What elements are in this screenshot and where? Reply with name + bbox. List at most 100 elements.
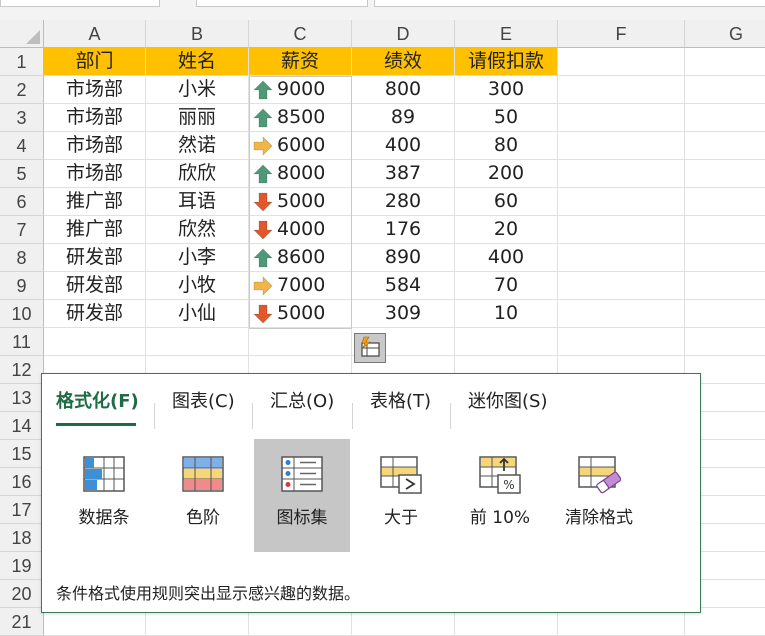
cell[interactable] <box>685 216 765 244</box>
cell[interactable] <box>558 188 685 216</box>
perf-cell[interactable]: 89 <box>352 104 455 132</box>
dept-cell[interactable]: 研发部 <box>44 300 146 328</box>
perf-cell[interactable]: 800 <box>352 76 455 104</box>
perf-cell[interactable]: 890 <box>352 244 455 272</box>
name-cell[interactable]: 小李 <box>146 244 249 272</box>
cell[interactable] <box>249 328 352 356</box>
perf-cell[interactable]: 176 <box>352 216 455 244</box>
cell[interactable] <box>558 216 685 244</box>
quick-analysis-button[interactable] <box>354 333 386 363</box>
dept-cell[interactable]: 市场部 <box>44 160 146 188</box>
tab-totals[interactable]: 汇总(O) <box>270 390 334 414</box>
cell[interactable] <box>558 300 685 328</box>
cell[interactable] <box>455 328 558 356</box>
row-header-6[interactable]: 6 <box>0 188 44 216</box>
salary-cell[interactable]: 4000 <box>249 216 352 244</box>
salary-cell[interactable]: 7000 <box>249 272 352 300</box>
perf-cell[interactable]: 280 <box>352 188 455 216</box>
column-header-c[interactable]: C <box>249 20 352 48</box>
dept-cell[interactable]: 推广部 <box>44 188 146 216</box>
deduct-cell[interactable]: 50 <box>455 104 558 132</box>
cell[interactable] <box>685 300 765 328</box>
dept-cell[interactable]: 市场部 <box>44 132 146 160</box>
cell[interactable] <box>558 244 685 272</box>
row-header-5[interactable]: 5 <box>0 160 44 188</box>
row-header-18[interactable]: 18 <box>0 524 44 552</box>
cell[interactable] <box>685 104 765 132</box>
cell[interactable] <box>685 188 765 216</box>
column-header-f[interactable]: F <box>558 20 685 48</box>
option-icon-set[interactable]: 图标集 <box>254 439 350 552</box>
salary-cell[interactable]: 8500 <box>249 104 352 132</box>
row-header-20[interactable]: 20 <box>0 580 44 608</box>
deduct-cell[interactable]: 20 <box>455 216 558 244</box>
row-header-1[interactable]: 1 <box>0 48 44 76</box>
deduct-cell[interactable]: 200 <box>455 160 558 188</box>
cell[interactable] <box>558 132 685 160</box>
cell[interactable] <box>558 76 685 104</box>
cell[interactable] <box>146 328 249 356</box>
row-header-4[interactable]: 4 <box>0 132 44 160</box>
cell[interactable] <box>685 272 765 300</box>
row-header-7[interactable]: 7 <box>0 216 44 244</box>
cell[interactable] <box>558 328 685 356</box>
column-header-b[interactable]: B <box>146 20 249 48</box>
deduct-cell[interactable]: 400 <box>455 244 558 272</box>
name-cell[interactable]: 小仙 <box>146 300 249 328</box>
column-header-e[interactable]: E <box>455 20 558 48</box>
name-cell[interactable]: 小米 <box>146 76 249 104</box>
option-greater-than[interactable]: 大于 <box>353 439 449 552</box>
name-cell[interactable]: 耳语 <box>146 188 249 216</box>
header-cell[interactable]: 薪资 <box>249 48 352 76</box>
name-cell[interactable]: 丽丽 <box>146 104 249 132</box>
tab-tables[interactable]: 表格(T) <box>370 390 431 414</box>
dept-cell[interactable]: 研发部 <box>44 272 146 300</box>
select-all-corner[interactable] <box>0 20 44 48</box>
tab-sparklines[interactable]: 迷你图(S) <box>468 390 547 414</box>
cell[interactable] <box>558 272 685 300</box>
tab-formatting[interactable]: 格式化(F) <box>56 390 139 414</box>
perf-cell[interactable]: 400 <box>352 132 455 160</box>
name-cell[interactable]: 欣欣 <box>146 160 249 188</box>
row-header-2[interactable]: 2 <box>0 76 44 104</box>
option-color-scale[interactable]: 色阶 <box>155 439 251 552</box>
salary-cell[interactable]: 9000 <box>249 76 352 104</box>
name-cell[interactable]: 小牧 <box>146 272 249 300</box>
header-cell[interactable]: 姓名 <box>146 48 249 76</box>
deduct-cell[interactable]: 80 <box>455 132 558 160</box>
cell[interactable] <box>685 132 765 160</box>
perf-cell[interactable]: 309 <box>352 300 455 328</box>
header-cell[interactable]: 部门 <box>44 48 146 76</box>
cell[interactable] <box>558 48 685 76</box>
row-header-12[interactable]: 12 <box>0 356 44 384</box>
dept-cell[interactable]: 推广部 <box>44 216 146 244</box>
row-header-13[interactable]: 13 <box>0 384 44 412</box>
cell[interactable] <box>685 328 765 356</box>
name-box[interactable] <box>0 0 160 7</box>
row-header-15[interactable]: 15 <box>0 440 44 468</box>
row-header-10[interactable]: 10 <box>0 300 44 328</box>
salary-cell[interactable]: 8600 <box>249 244 352 272</box>
salary-cell[interactable]: 6000 <box>249 132 352 160</box>
deduct-cell[interactable]: 10 <box>455 300 558 328</box>
cell[interactable] <box>685 160 765 188</box>
deduct-cell[interactable]: 70 <box>455 272 558 300</box>
column-header-a[interactable]: A <box>44 20 146 48</box>
perf-cell[interactable]: 584 <box>352 272 455 300</box>
name-cell[interactable]: 欣然 <box>146 216 249 244</box>
option-top-10-percent[interactable]: % 前 10% <box>452 439 548 552</box>
cell[interactable] <box>685 76 765 104</box>
column-header-g[interactable]: G <box>685 20 765 48</box>
dept-cell[interactable]: 研发部 <box>44 244 146 272</box>
cell[interactable] <box>44 328 146 356</box>
salary-cell[interactable]: 5000 <box>249 300 352 328</box>
row-header-9[interactable]: 9 <box>0 272 44 300</box>
formula-input[interactable] <box>196 0 368 7</box>
dept-cell[interactable]: 市场部 <box>44 76 146 104</box>
column-header-d[interactable]: D <box>352 20 455 48</box>
option-data-bars[interactable]: 数据条 <box>56 439 152 552</box>
option-clear-format[interactable]: 清除格式 <box>551 439 647 552</box>
tab-charts[interactable]: 图表(C) <box>172 390 235 414</box>
salary-cell[interactable]: 5000 <box>249 188 352 216</box>
cell[interactable] <box>558 104 685 132</box>
